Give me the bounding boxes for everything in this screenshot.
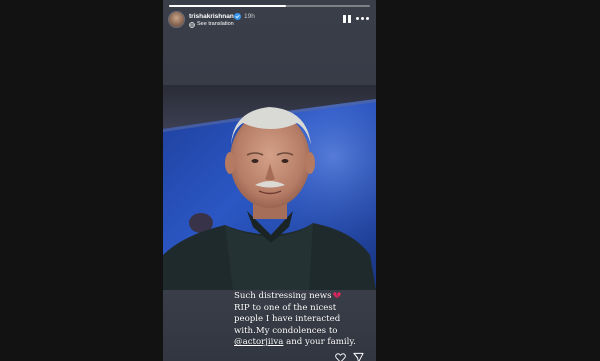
caption-text-5: and your family. <box>283 337 356 347</box>
story-progress-fill <box>169 5 286 7</box>
story-username[interactable]: trishakrishnan <box>189 13 234 20</box>
pause-icon[interactable] <box>343 15 351 24</box>
portrait-image <box>163 85 376 290</box>
story-caption: Such distressing news RIP to one of the … <box>234 291 374 349</box>
story-header: trishakrishnan 19h See translation <box>169 11 370 31</box>
caption-text-1: Such distressing news <box>234 291 332 301</box>
caption-line-3: people I have interacted <box>234 314 341 324</box>
caption-line-1: Such distressing news <box>234 291 374 303</box>
caption-line-2: RIP to one of the nicest <box>234 302 337 313</box>
more-options-icon[interactable] <box>356 17 369 21</box>
send-icon[interactable] <box>353 352 364 361</box>
story-progress-bar <box>169 5 370 7</box>
globe-icon <box>189 22 195 28</box>
caption-line-4: with.My condolences to <box>234 325 338 336</box>
profile-avatar[interactable] <box>169 12 184 27</box>
caption-line-5: @actorjiiva and your family. <box>234 337 374 349</box>
story-timestamp: 19h <box>244 13 255 20</box>
broken-heart-emoji <box>332 292 341 299</box>
see-translation-link[interactable]: See translation <box>197 21 234 27</box>
viewer-page: trishakrishnan 19h See translation Such … <box>0 0 600 361</box>
story-card[interactable]: trishakrishnan 19h See translation Such … <box>163 0 376 361</box>
verified-badge-icon <box>234 13 241 20</box>
mention-link[interactable]: @actorjiiva <box>234 337 283 347</box>
heart-icon[interactable] <box>335 353 346 361</box>
story-photo <box>163 85 376 290</box>
